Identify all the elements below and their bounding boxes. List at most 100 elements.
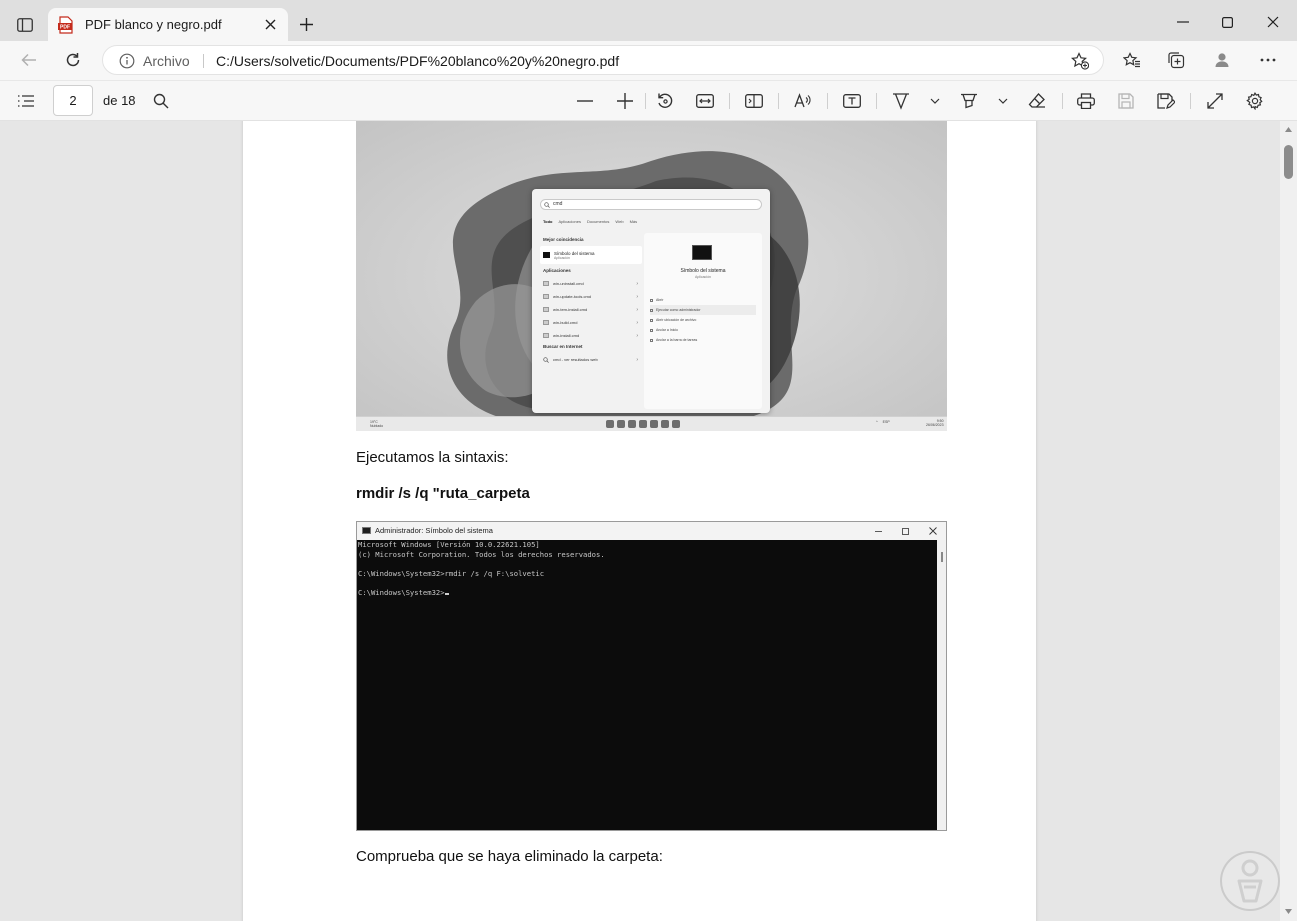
address-bar[interactable]: Archivo C:/Users/solvetic/Documents/PDF%… [102, 45, 1104, 75]
file-icon [543, 281, 549, 286]
search-results-list: Mejor coincidencia Símbolo del sistema A… [540, 235, 642, 366]
filter-tab[interactable]: Más [630, 219, 638, 224]
list-item[interactable]: win-update-tools.cmd › [540, 290, 642, 303]
cmd-output: Microsoft Windows [Versión 10.0.22621.10… [357, 540, 937, 830]
page-number-input[interactable]: 2 [53, 85, 93, 116]
search-icon [617, 420, 625, 428]
scroll-thumb[interactable] [1284, 145, 1293, 179]
list-item[interactable]: win-tem-install.cmd › [540, 303, 642, 316]
list-item-label: win-tem-install.cmd [553, 307, 588, 312]
app-action-label: Ejecutar como administrador [656, 308, 701, 312]
best-match-item[interactable]: Símbolo del sistema Aplicación [540, 246, 642, 264]
tab-pdf[interactable]: PDF PDF blanco y negro.pdf [48, 8, 288, 41]
chevron-right-icon: › [636, 280, 638, 287]
filter-tab[interactable]: Aplicaciones [558, 219, 580, 224]
list-item[interactable]: win-install.cmd › [540, 329, 642, 342]
start-search-input[interactable]: cmd [540, 199, 762, 210]
more-menu-icon[interactable] [1253, 45, 1283, 75]
app-detail-type: Aplicación [695, 275, 711, 279]
refresh-icon[interactable] [58, 45, 88, 75]
back-icon[interactable] [14, 45, 44, 75]
pdf-viewer[interactable]: cmd Todo Aplicaciones Documentos Web Más… [0, 121, 1280, 921]
app-action-label: Abrir ubicación de archivo [656, 318, 697, 322]
list-item-label: win-install.cmd [553, 333, 580, 338]
start-menu-search-panel: cmd Todo Aplicaciones Documentos Web Más… [532, 189, 770, 413]
scroll-up-arrow-icon[interactable] [1284, 125, 1293, 133]
list-item[interactable]: win-build.cmd › [540, 316, 642, 329]
draw-icon[interactable] [889, 89, 913, 113]
page-count: de 18 [103, 93, 136, 108]
highlight-options-chevron-icon[interactable] [991, 89, 1015, 113]
chevron-right-icon: › [636, 356, 638, 363]
web-heading: Buscar en Internet [543, 344, 583, 349]
url-text[interactable]: C:/Users/solvetic/Documents/PDF%20blanco… [216, 53, 619, 69]
filter-tab[interactable]: Web [615, 219, 623, 224]
settings-gear-icon[interactable] [1243, 89, 1267, 113]
chevron-right-icon: › [636, 332, 638, 339]
tab-actions-icon[interactable] [12, 13, 38, 37]
toolbar-divider [827, 93, 828, 109]
favorites-icon[interactable] [1117, 45, 1147, 75]
explorer-icon [650, 420, 658, 428]
list-item[interactable]: cmd - ver resultados web › [540, 353, 642, 366]
site-info-button[interactable]: Archivo [119, 53, 190, 69]
list-item-label: win-uninstall.cmd [553, 281, 584, 286]
text-cursor [444, 592, 449, 595]
fit-to-width-icon[interactable] [693, 89, 717, 113]
minimize-icon [871, 524, 885, 538]
page-view-icon[interactable] [742, 89, 766, 113]
edge-icon [661, 420, 669, 428]
zoom-in-icon[interactable] [613, 89, 637, 113]
filter-tab[interactable]: Todo [543, 219, 552, 224]
add-favorite-icon[interactable] [1069, 50, 1091, 72]
list-item-label: cmd - ver resultados web [553, 357, 598, 362]
minimize-icon[interactable] [1160, 7, 1206, 37]
close-window-icon[interactable] [1250, 7, 1296, 37]
list-item[interactable]: win-uninstall.cmd › [540, 277, 642, 290]
table-of-contents-icon[interactable] [14, 89, 38, 113]
new-tab-icon[interactable] [296, 14, 316, 34]
tab-strip: PDF PDF blanco y negro.pdf [0, 0, 1297, 41]
best-match-subtitle: Aplicación [554, 255, 570, 260]
app-action[interactable]: Ejecutar como administrador [650, 305, 756, 315]
read-aloud-icon[interactable] [791, 89, 815, 113]
close-tab-icon[interactable] [262, 16, 278, 32]
add-text-icon[interactable] [840, 89, 864, 113]
app-action-label: Anclar a la barra de tareas [656, 338, 698, 342]
taskbar-clock: 9:50 26/06/2023 [926, 419, 944, 427]
app-action[interactable]: Anclar a la barra de tareas [650, 335, 756, 345]
full-screen-icon[interactable] [1203, 89, 1227, 113]
file-icon [543, 294, 549, 299]
app-action[interactable]: Abrir [650, 295, 756, 305]
scroll-down-arrow-icon[interactable] [1284, 907, 1293, 915]
highlight-icon[interactable] [957, 89, 981, 113]
collections-icon[interactable] [1161, 45, 1191, 75]
weather-desc: Nublado [370, 424, 384, 428]
profile-avatar-icon[interactable] [1207, 45, 1237, 75]
maximize-icon[interactable] [1204, 7, 1250, 37]
clock-date: 26/06/2023 [926, 423, 944, 427]
document-command: rmdir /s /q "ruta_carpeta [356, 485, 530, 502]
draw-options-chevron-icon[interactable] [923, 89, 947, 113]
screenshot-cmd-window: Administrador: Símbolo del sistema Micro… [356, 521, 947, 831]
shield-icon [650, 308, 653, 312]
best-match-title: Símbolo del sistema [554, 250, 595, 256]
file-icon [543, 333, 549, 338]
eraser-icon[interactable] [1025, 89, 1049, 113]
tray-language: ESP [882, 420, 890, 424]
zoom-out-icon[interactable] [573, 89, 597, 113]
save-as-icon[interactable] [1154, 89, 1178, 113]
save-icon[interactable] [1114, 89, 1138, 113]
app-action[interactable]: Anclar a Inicio [650, 325, 756, 335]
pin-icon [650, 328, 653, 332]
filter-tab[interactable]: Documentos [587, 219, 609, 224]
person-logo-icon [1237, 859, 1263, 903]
search-icon[interactable] [149, 89, 173, 113]
app-action-label: Anclar a Inicio [656, 328, 678, 332]
viewer-scrollbar[interactable] [1280, 121, 1297, 921]
toolbar-divider [876, 93, 877, 109]
print-icon[interactable] [1074, 89, 1098, 113]
app-action[interactable]: Abrir ubicación de archivo [650, 315, 756, 325]
rotate-icon[interactable] [653, 89, 677, 113]
toolbar-divider [729, 93, 730, 109]
